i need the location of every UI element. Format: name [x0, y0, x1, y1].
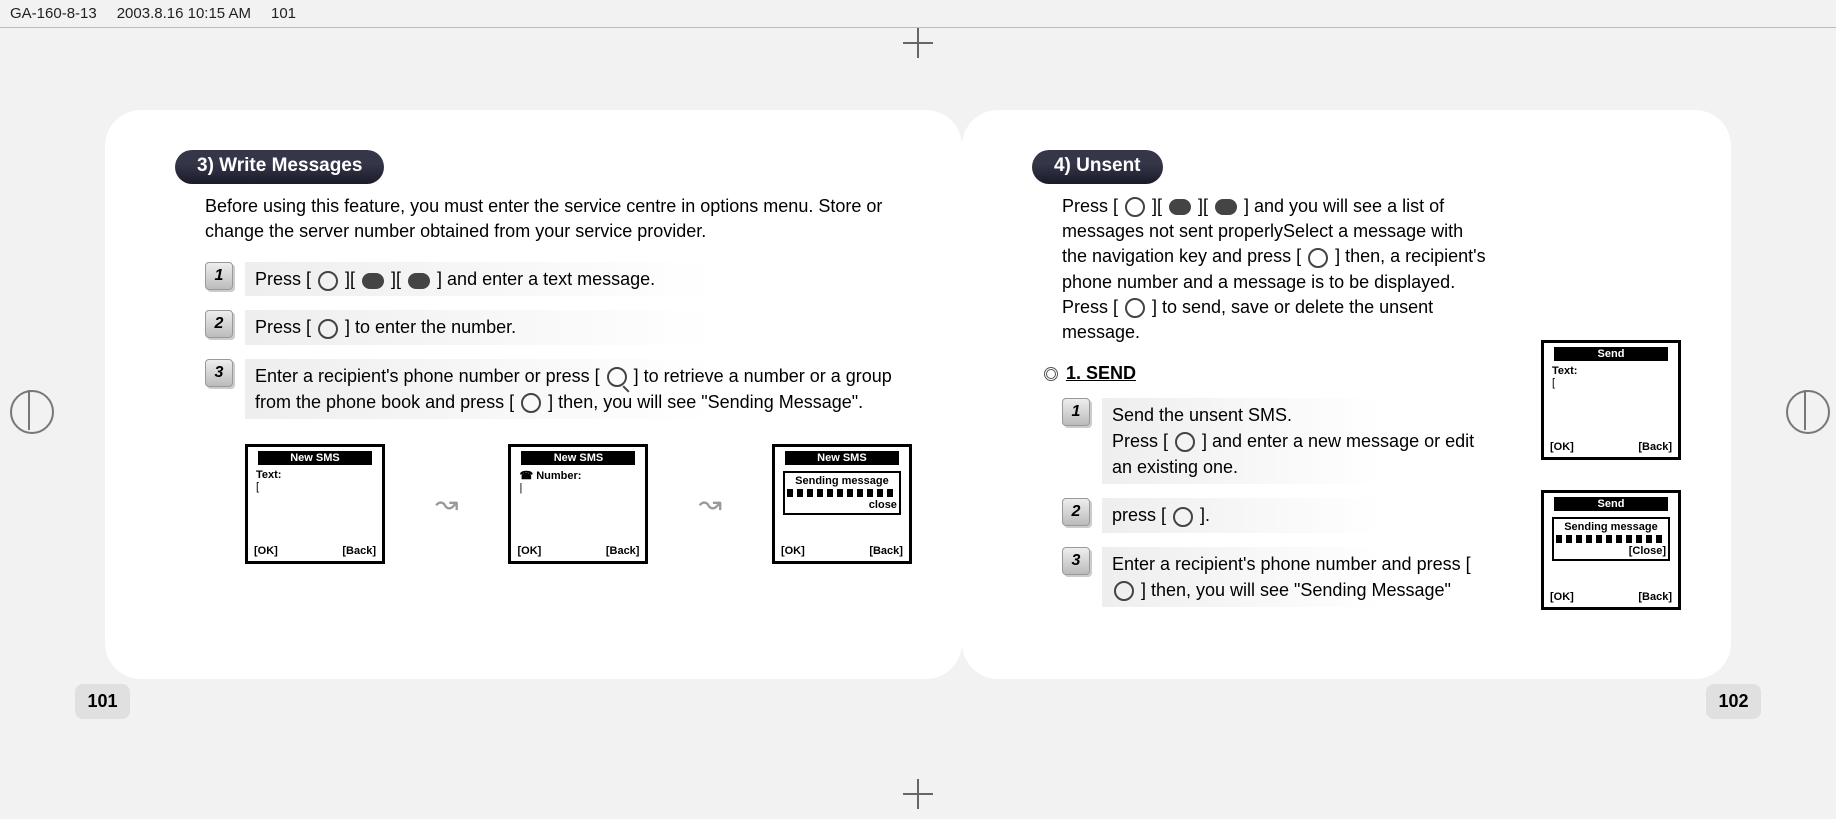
softkey-back[interactable]: [Back]: [1638, 591, 1672, 603]
step-number: 1: [205, 262, 233, 290]
step-number: 3: [1062, 547, 1090, 575]
softkey-back[interactable]: [Back]: [1638, 441, 1672, 453]
phone-title: Send: [1554, 497, 1668, 511]
subsection-send: 1. SEND: [1044, 363, 1501, 384]
header-timestamp: 2003.8.16 10:15 AM: [117, 5, 251, 22]
softkey-back[interactable]: [Back]: [606, 545, 640, 557]
phone-title: Send: [1554, 347, 1668, 361]
arrow-icon: ↝: [698, 487, 721, 520]
phone-screen-r1: Send Text: [ [OK] [Back]: [1541, 340, 1681, 460]
softkey-back[interactable]: [Back]: [869, 545, 903, 557]
bullet-icon: [1044, 367, 1058, 381]
phone-title: New SMS: [785, 451, 899, 465]
doc-header: GA-160-8-13 2003.8.16 10:15 AM 101: [0, 0, 1836, 28]
section-title-right: 4) Unsent: [1032, 150, 1163, 184]
phone-screens-row: New SMS Text: [ [OK] [Back] ↝ New SMS ☎ …: [245, 444, 912, 564]
key-1-icon: [362, 273, 384, 289]
menu-icon: [1308, 248, 1328, 268]
phone-body-value: |: [519, 482, 637, 494]
step-number: 3: [205, 359, 233, 387]
phone-screen-r2: Send Sending message [Close] [OK] [Back]: [1541, 490, 1681, 610]
softkey-ok[interactable]: [OK]: [781, 545, 805, 557]
step-number: 1: [1062, 398, 1090, 426]
step-number: 2: [205, 310, 233, 338]
phone-screen-1: New SMS Text: [ [OK] [Back]: [245, 444, 385, 564]
softkey-back[interactable]: [Back]: [342, 545, 376, 557]
step-text: Press [ ] to enter the number.: [245, 310, 912, 344]
popup-text: Sending message: [787, 475, 897, 487]
crop-mark-bottom: [903, 779, 933, 809]
step-text: Enter a recipient's phone number or pres…: [245, 359, 912, 419]
softkey-ok[interactable]: [OK]: [1550, 441, 1574, 453]
menu-icon: [1125, 298, 1145, 318]
menu-icon: [318, 319, 338, 339]
phone-body-label: Text:: [256, 469, 374, 481]
menu-icon: [1173, 507, 1193, 527]
intro-left: Before using this feature, you must ente…: [205, 194, 902, 244]
page-right: 4) Unsent Press [ ][ ][ ] and you will s…: [962, 110, 1731, 679]
phone-body-label: Text:: [1552, 365, 1670, 377]
key-1-icon: [1169, 199, 1191, 215]
page-number-left: 101: [75, 684, 130, 719]
sending-popup: Sending message [Close]: [1552, 517, 1670, 561]
progress-bar: [787, 489, 897, 497]
softkey-ok[interactable]: [OK]: [254, 545, 278, 557]
crop-mark-left: [10, 390, 50, 430]
intro-right: Press [ ][ ][ ] and you will see a list …: [1062, 194, 1491, 345]
popup-close[interactable]: [Close]: [1556, 545, 1666, 557]
phone-title: New SMS: [521, 451, 635, 465]
softkey-ok[interactable]: [OK]: [1550, 591, 1574, 603]
step-text: press [ ].: [1102, 498, 1501, 532]
step-text: Press [ ][ ][ ] and enter a text message…: [245, 262, 912, 296]
key-3-icon: [408, 273, 430, 289]
step-text: Send the unsent SMS. Press [ ] and enter…: [1102, 398, 1501, 484]
menu-icon: [1175, 432, 1195, 452]
menu-icon: [318, 271, 338, 291]
phone-body-value: [: [1552, 377, 1670, 389]
menu-icon: [1114, 581, 1134, 601]
page-left: 3) Write Messages Before using this feat…: [105, 110, 962, 679]
progress-bar: [1556, 535, 1666, 543]
popup-text: Sending message: [1556, 521, 1666, 533]
step-number: 2: [1062, 498, 1090, 526]
key-4-icon: [1215, 199, 1237, 215]
section-title-left: 3) Write Messages: [175, 150, 384, 184]
phone-body-label: Number:: [536, 470, 581, 482]
phone-title: New SMS: [258, 451, 372, 465]
menu-icon: [1125, 197, 1145, 217]
step-text: Enter a recipient's phone number and pre…: [1102, 547, 1501, 607]
step-line: Send the unsent SMS.: [1112, 405, 1292, 425]
crop-mark-right: [1786, 390, 1826, 430]
phone-screen-3: New SMS Sending message close [OK] [Back…: [772, 444, 912, 564]
arrow-icon: ↝: [435, 487, 458, 520]
header-file: GA-160-8-13: [10, 5, 97, 22]
crop-mark-top: [903, 28, 933, 58]
subsection-label: 1. SEND: [1066, 363, 1136, 384]
page-number-right: 102: [1706, 684, 1761, 719]
phone-screen-2: New SMS ☎ Number: | [OK] [Back]: [508, 444, 648, 564]
menu-icon: [521, 393, 541, 413]
search-icon: [607, 367, 627, 387]
phone-body-value: [: [256, 481, 374, 493]
softkey-ok[interactable]: [OK]: [517, 545, 541, 557]
sending-popup: Sending message close: [783, 471, 901, 515]
popup-close[interactable]: close: [787, 499, 897, 511]
header-pagemark: 101: [271, 5, 296, 22]
